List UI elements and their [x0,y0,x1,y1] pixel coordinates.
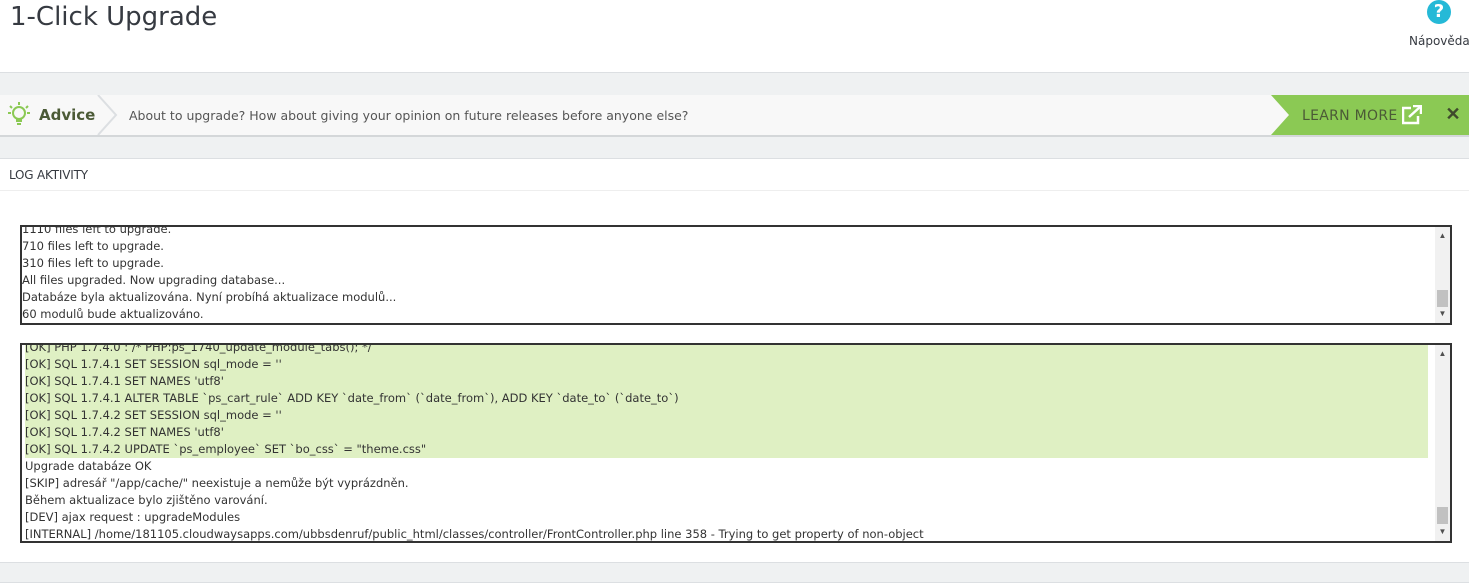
scroll-down-icon[interactable]: ▼ [1435,307,1450,321]
log-line-ok: [OK] SQL 1.7.4.1 ALTER TABLE `ps_cart_ru… [25,390,1428,407]
scrollbar[interactable]: ▲ ▼ [1435,345,1450,541]
advice-bar: Advice About to upgrade? How about givin… [0,95,1469,137]
log-activity-panel: LOG AKTIVITY 1110 files left to upgrade.… [0,158,1469,563]
log-line: 710 files left to upgrade. [22,239,164,253]
log-line: [INTERNAL] /home/181105.cloudwaysapps.co… [25,527,924,541]
scroll-thumb[interactable] [1437,507,1448,524]
panel-heading: LOG AKTIVITY [0,159,1469,191]
help-icon: ? [1427,0,1451,24]
lightbulb-icon [8,102,30,125]
log-line-ok: [OK] SQL 1.7.4.1 SET SESSION sql_mode = … [25,356,1428,373]
log-line: 60 modulů bude aktualizováno. [22,307,204,321]
learn-more-button[interactable]: LEARN MORE ✕ [1271,95,1469,135]
log-line-ok: [OK] PHP 1.7.4.0 : /* PHP:ps_1740_update… [25,345,1428,356]
advice-text: About to upgrade? How about giving your … [129,108,689,123]
scroll-thumb[interactable] [1437,290,1448,307]
log-line-ok: [OK] SQL 1.7.4.2 SET NAMES 'utf8' [25,424,1428,441]
log-line: All files upgraded. Now upgrading databa… [22,273,286,287]
panel-title: LOG AKTIVITY [9,168,88,182]
query-log-lines: [OK] PHP 1.7.4.0 : /* PHP:ps_1740_update… [25,345,1428,541]
close-icon[interactable]: ✕ [1444,104,1462,124]
query-log-box[interactable]: [OK] PHP 1.7.4.0 : /* PHP:ps_1740_update… [20,343,1452,543]
scroll-up-icon[interactable]: ▲ [1435,347,1450,361]
log-line-ok: [OK] SQL 1.7.4.2 UPDATE `ps_employee` SE… [25,441,1428,458]
advice-badge: Advice [0,95,96,135]
log-line: Databáze byla aktualizována. Nyní probíh… [22,290,397,304]
advice-title: Advice [39,106,96,124]
log-line: 310 files left to upgrade. [22,256,164,270]
log-line: [SKIP] adresář "/app/cache/" neexistuje … [25,476,409,490]
external-link-icon [1402,105,1422,125]
next-panel-edge [0,582,1469,588]
scroll-down-icon[interactable]: ▼ [1435,525,1450,539]
log-line: [DEV] ajax request : upgradeModules [25,510,241,524]
log-line: Upgrade databáze OK [25,459,152,473]
log-line: Během aktualizace bylo zjištěno varování… [25,493,268,507]
help-button[interactable]: ? Nápověda [1409,0,1469,52]
progress-log-box[interactable]: 1110 files left to upgrade. 710 files lef… [20,225,1452,325]
learn-more-label: LEARN MORE [1302,108,1398,124]
log-line-ok: [OK] SQL 1.7.4.1 SET NAMES 'utf8' [25,373,1428,390]
page-header: 1-Click Upgrade ? Nápověda [0,0,1469,73]
page-title: 1-Click Upgrade [10,2,218,32]
help-label: Nápověda [1409,34,1469,48]
log-line-ok: [OK] SQL 1.7.4.2 SET SESSION sql_mode = … [25,407,1428,424]
scroll-up-icon[interactable]: ▲ [1435,229,1450,243]
progress-log-lines: 1110 files left to upgrade. 710 files lef… [22,225,1434,323]
scrollbar[interactable]: ▲ ▼ [1435,227,1450,323]
log-line: 1110 files left to upgrade. [22,225,172,236]
chevron-separator-icon [97,95,118,135]
